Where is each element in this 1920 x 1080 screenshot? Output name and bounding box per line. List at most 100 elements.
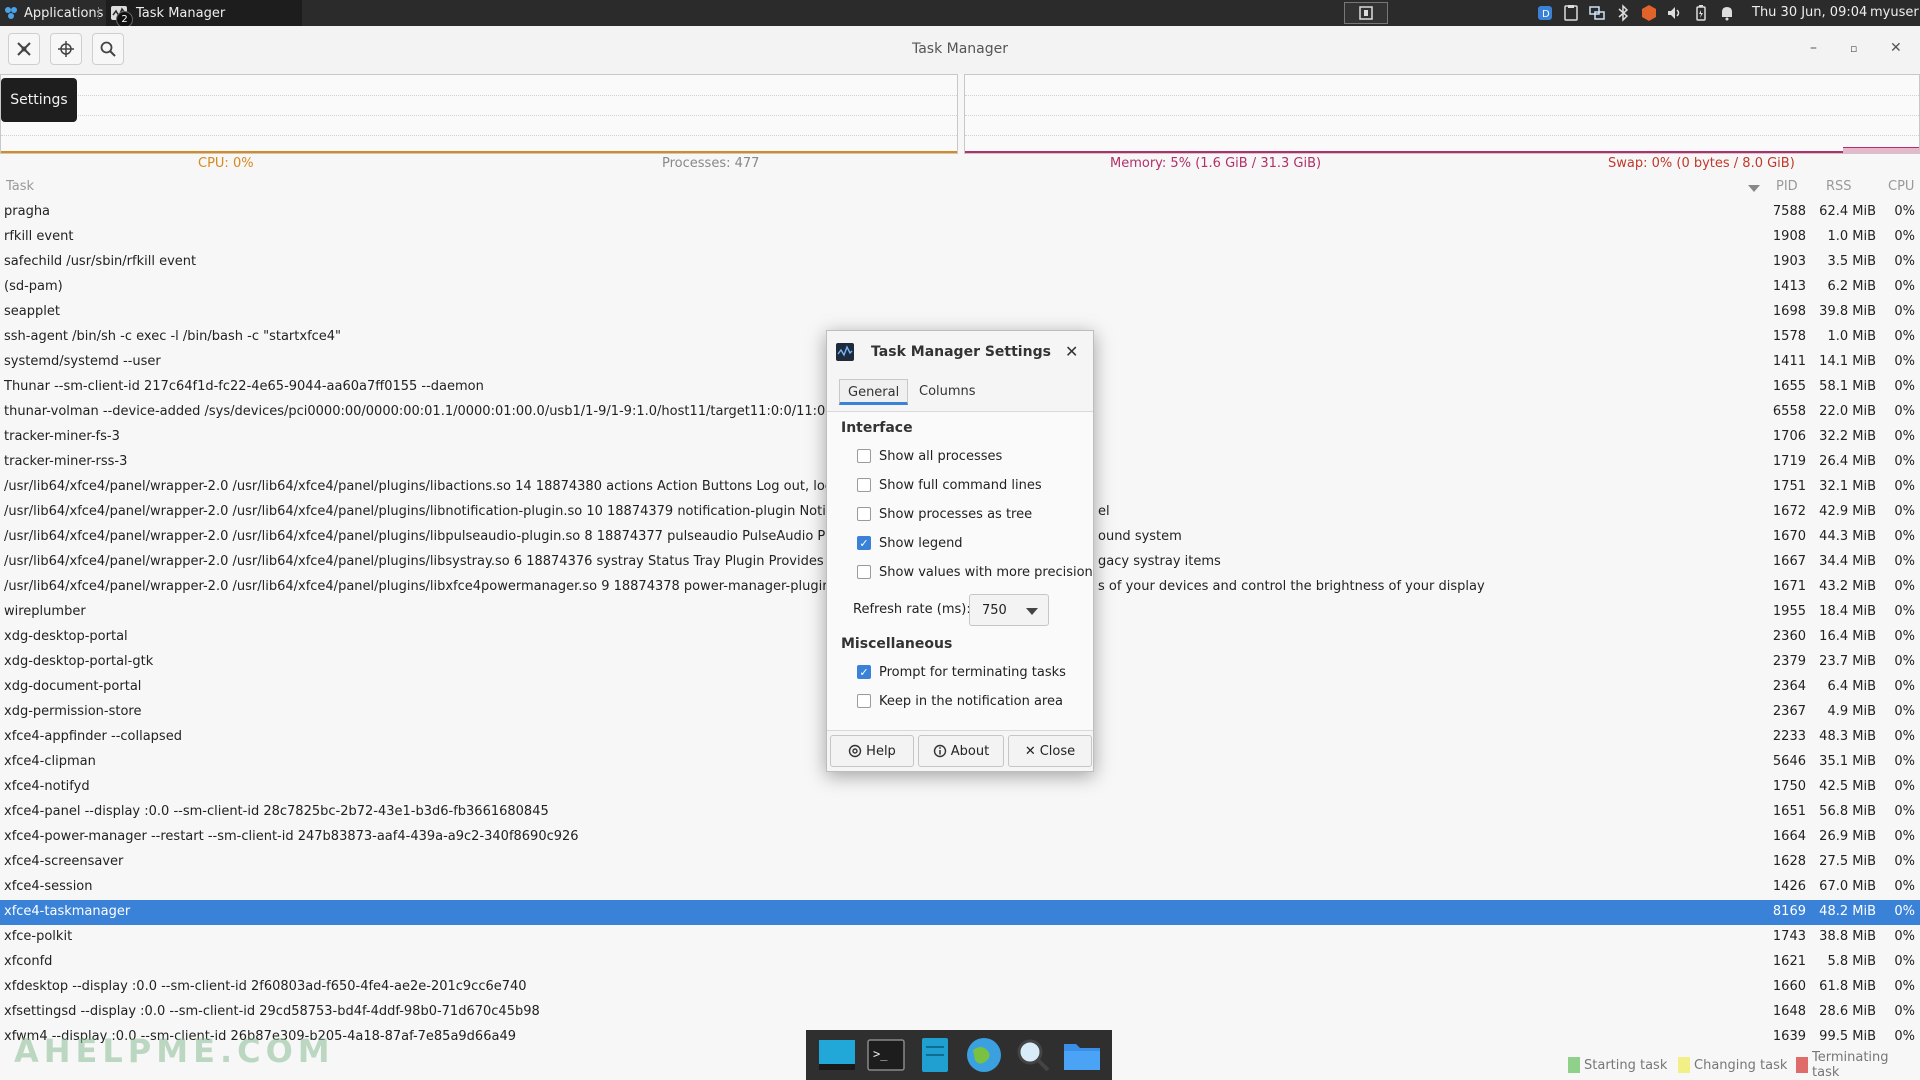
display-icon[interactable]: D — [1536, 4, 1554, 22]
column-cpu[interactable]: CPU — [1888, 179, 1914, 194]
table-row[interactable]: xfce4-screensaver 1628 27.5 MiB 0% — [0, 850, 1920, 875]
close-button[interactable]: ✕ Close — [1008, 735, 1092, 767]
table-row[interactable]: xfce4-taskmanager 8169 48.2 MiB 0% — [0, 900, 1920, 925]
notification-bell-icon[interactable] — [1718, 4, 1736, 22]
cpu-cell: 0% — [1894, 779, 1915, 794]
taskbar-window-button[interactable]: Task Manager 2 — [106, 0, 302, 28]
app-finder-icon[interactable] — [1013, 1035, 1053, 1075]
checkbox-option[interactable]: ✓ Prompt for terminating tasks — [857, 662, 1066, 682]
cpu-graph — [0, 74, 958, 154]
dialog-close-button[interactable]: ✕ — [1065, 342, 1078, 361]
checkbox-icon[interactable] — [857, 565, 871, 579]
rss-cell: 22.0 MiB — [1819, 404, 1876, 419]
battery-icon[interactable] — [1692, 4, 1710, 22]
rss-cell: 6.4 MiB — [1827, 679, 1876, 694]
rss-cell: 3.5 MiB — [1827, 254, 1876, 269]
column-rss[interactable]: RSS — [1826, 179, 1852, 194]
task-cell: xdg-document-portal — [4, 679, 142, 694]
checkbox-option[interactable]: ✓ Show legend — [857, 533, 963, 553]
close-window-button[interactable]: ✕ — [1890, 40, 1902, 56]
column-task[interactable]: Task — [6, 179, 34, 194]
table-row[interactable]: xfce4-power-manager --restart --sm-clien… — [0, 825, 1920, 850]
table-row[interactable]: xfdesktop --display :0.0 --sm-client-id … — [0, 975, 1920, 1000]
pid-cell: 1655 — [1772, 379, 1806, 394]
terminal-icon[interactable]: >_ — [866, 1035, 906, 1075]
table-row[interactable]: safechild /usr/sbin/rfkill event 1903 3.5 … — [0, 250, 1920, 275]
table-row[interactable]: xfce4-session 1426 67.0 MiB 0% — [0, 875, 1920, 900]
checkbox-icon[interactable] — [857, 507, 871, 521]
tab-general[interactable]: General — [839, 379, 909, 405]
pid-cell: 1751 — [1772, 479, 1806, 494]
task-cell: pragha — [4, 204, 51, 219]
help-button[interactable]: Help — [830, 735, 914, 767]
table-row[interactable]: rfkill event 1908 1.0 MiB 0% — [0, 225, 1920, 250]
cpu-cell: 0% — [1894, 754, 1915, 769]
maximize-button[interactable]: ▫ — [1850, 42, 1857, 55]
folder-icon[interactable] — [1062, 1035, 1102, 1075]
cpu-cell: 0% — [1894, 929, 1915, 944]
table-row[interactable]: (sd-pam) 1413 6.2 MiB 0% — [0, 275, 1920, 300]
task-cell: rfkill event — [4, 229, 74, 244]
checkbox-option[interactable]: Show processes as tree — [857, 504, 1032, 524]
task-cell: xdg-desktop-portal — [4, 629, 128, 644]
checkbox-option[interactable]: Keep in the notification area — [857, 691, 1063, 711]
table-row[interactable]: xfsettingsd --display :0.0 --sm-client-i… — [0, 1000, 1920, 1025]
watermark: AHELPME.COM — [14, 1032, 335, 1070]
cpu-cell: 0% — [1894, 804, 1915, 819]
legend-terminating: Terminating task — [1796, 1050, 1920, 1080]
column-pid[interactable]: PID — [1776, 179, 1798, 194]
clock[interactable]: Thu 30 Jun, 09:04 — [1752, 0, 1867, 26]
rss-cell: 42.5 MiB — [1819, 779, 1876, 794]
rss-cell: 34.4 MiB — [1819, 554, 1876, 569]
task-cell: seapplet — [4, 304, 60, 319]
security-icon[interactable] — [1640, 4, 1658, 22]
checkbox-option[interactable]: Show full command lines — [857, 475, 1042, 495]
web-browser-icon[interactable] — [964, 1035, 1004, 1075]
refresh-rate-label: Refresh rate (ms): — [853, 602, 971, 617]
applications-menu[interactable]: Applications — [4, 0, 103, 26]
tab-columns[interactable]: Columns — [911, 379, 984, 405]
table-row[interactable]: xfce-polkit 1743 38.8 MiB 0% — [0, 925, 1920, 950]
app-toolbar: Task Manager – ▫ ✕ — [0, 26, 1920, 74]
checkbox-option[interactable]: Show values with more precision — [857, 562, 1093, 582]
table-row[interactable]: seapplet 1698 39.8 MiB 0% — [0, 300, 1920, 325]
dialog-titlebar[interactable]: Task Manager Settings ✕ — [827, 331, 1093, 375]
panel-separator — [98, 7, 101, 19]
rss-cell: 56.8 MiB — [1819, 804, 1876, 819]
checkbox-checked-icon[interactable]: ✓ — [857, 665, 871, 679]
pid-cell: 1698 — [1772, 304, 1806, 319]
network-icon[interactable] — [1588, 4, 1606, 22]
checkbox-icon[interactable] — [857, 694, 871, 708]
table-row[interactable]: pragha 7588 62.4 MiB 0% — [0, 200, 1920, 225]
cpu-cell: 0% — [1894, 254, 1915, 269]
file-manager-icon[interactable] — [915, 1035, 955, 1075]
close-label: Close — [1039, 743, 1076, 759]
table-row[interactable]: xfce4-panel --display :0.0 --sm-client-i… — [0, 800, 1920, 825]
user-menu[interactable]: myuser — [1870, 0, 1919, 26]
sort-arrow-icon[interactable] — [1748, 185, 1760, 192]
volume-icon[interactable] — [1666, 4, 1684, 22]
rss-cell: 14.1 MiB — [1819, 354, 1876, 369]
bluetooth-icon[interactable] — [1614, 4, 1632, 22]
checkbox-option[interactable]: Show all processes — [857, 446, 1002, 466]
cpu-cell: 0% — [1894, 579, 1915, 594]
cpu-cell: 0% — [1894, 204, 1915, 219]
changing-swatch — [1678, 1057, 1690, 1073]
checkbox-icon[interactable] — [857, 449, 871, 463]
table-row[interactable]: xfconfd 1621 5.8 MiB 0% — [0, 950, 1920, 975]
miscellaneous-heading: Miscellaneous — [841, 636, 953, 652]
about-button[interactable]: About — [918, 735, 1004, 767]
cpu-cell: 0% — [1894, 354, 1915, 369]
rss-cell: 32.1 MiB — [1819, 479, 1876, 494]
cpu-graph-line — [1, 151, 957, 153]
clipboard-icon[interactable] — [1562, 4, 1580, 22]
checkbox-checked-icon[interactable]: ✓ — [857, 536, 871, 550]
workspace-switcher[interactable] — [1344, 2, 1388, 24]
desktop-icon[interactable] — [817, 1035, 857, 1075]
minimize-button[interactable]: – — [1810, 40, 1817, 56]
refresh-rate-select[interactable]: 750 — [969, 594, 1049, 626]
checkbox-icon[interactable] — [857, 478, 871, 492]
task-cell: tracker-miner-fs-3 — [4, 429, 120, 444]
legend-changing: Changing task — [1678, 1056, 1787, 1074]
table-row[interactable]: xfce4-notifyd 1750 42.5 MiB 0% — [0, 775, 1920, 800]
